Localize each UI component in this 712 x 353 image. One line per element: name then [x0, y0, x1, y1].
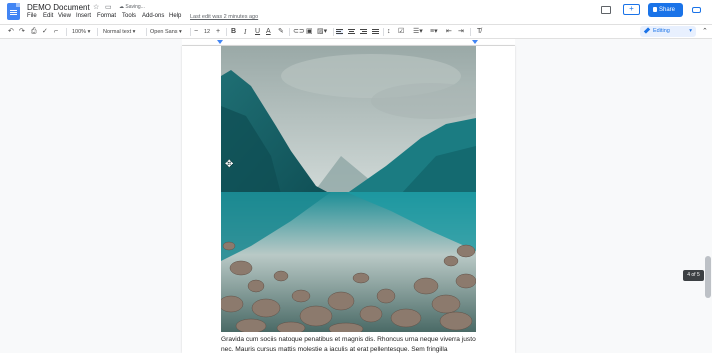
decrease-font-size-button[interactable]: − [194, 27, 198, 37]
checklist-icon[interactable]: ☑ [398, 27, 404, 37]
zoom-select[interactable]: 100% ▾ [72, 27, 90, 37]
menu-addons[interactable]: Add-ons [142, 13, 164, 19]
line-spacing-icon[interactable]: ↕ [387, 27, 391, 37]
insert-image-icon[interactable]: ▨▾ [317, 27, 327, 37]
bold-button[interactable]: B [231, 27, 236, 37]
font-size-input[interactable]: 12 [204, 27, 210, 37]
star-icon[interactable]: ☆ [93, 3, 99, 11]
align-right-icon[interactable] [360, 29, 367, 35]
text-color-button[interactable]: A [266, 27, 271, 37]
title-bar: DEMO Document ☆ ▭ ☁ Saving... File Edit … [0, 0, 712, 24]
ruler [182, 39, 515, 46]
menu-file[interactable]: File [27, 13, 37, 19]
menu-format[interactable]: Format [97, 13, 116, 19]
document-title[interactable]: DEMO Document [27, 3, 90, 12]
increase-indent-icon[interactable]: ⇥ [458, 27, 464, 37]
highlight-icon[interactable]: ✎ [278, 27, 284, 37]
align-left-icon[interactable] [336, 29, 343, 35]
present-button[interactable]: + [623, 4, 640, 15]
page-indicator-badge: 4 of 5 [683, 270, 704, 281]
align-center-icon[interactable] [348, 29, 355, 35]
comment-history-icon[interactable] [601, 6, 611, 14]
decrease-indent-icon[interactable]: ⇤ [446, 27, 452, 37]
menu-view[interactable]: View [58, 13, 71, 19]
scrollbar-track[interactable] [704, 46, 712, 353]
align-justify-icon[interactable] [372, 29, 379, 35]
add-comment-icon[interactable]: ▣ [306, 27, 313, 37]
numbered-list-icon[interactable]: ≡▾ [430, 27, 438, 37]
chevron-down-icon: ▾ [689, 28, 692, 34]
spellcheck-icon[interactable]: ✓ [42, 27, 48, 37]
clear-formatting-icon[interactable]: T̸ [477, 27, 481, 37]
paint-format-icon[interactable]: ⌐ [54, 27, 58, 37]
menu-tools[interactable]: Tools [122, 13, 136, 19]
toolbar: ↶ ↷ ⎙ ✓ ⌐ 100% ▾ Normal text ▾ Open Sans… [0, 24, 712, 39]
style-select[interactable]: Normal text ▾ [103, 27, 135, 37]
menu-edit[interactable]: Edit [43, 13, 53, 19]
editing-mode-button[interactable]: Editing ▾ [640, 26, 696, 37]
increase-font-size-button[interactable]: + [216, 27, 220, 37]
undo-icon[interactable]: ↶ [8, 27, 14, 37]
link-icon[interactable]: ⊂⊃ [293, 27, 305, 37]
collapse-toolbar-icon[interactable]: ⌃ [702, 27, 708, 35]
menu-insert[interactable]: Insert [76, 13, 91, 19]
italic-button[interactable]: I [244, 27, 246, 37]
ruler-row [0, 39, 712, 46]
saving-status: ☁ Saving... [119, 4, 145, 10]
document-body-text[interactable]: Gravida cum sociis natoque penatibus et … [221, 335, 477, 353]
redo-icon[interactable]: ↷ [19, 27, 25, 37]
lake-mountain-image[interactable] [221, 46, 476, 332]
last-edit-link[interactable]: Last edit was 2 minutes ago [190, 14, 258, 20]
menu-help[interactable]: Help [169, 13, 181, 19]
scrollbar-thumb[interactable] [705, 256, 711, 298]
account-icon[interactable] [692, 7, 701, 13]
docs-logo-icon[interactable] [7, 3, 20, 20]
print-icon[interactable]: ⎙ [31, 27, 37, 37]
folder-icon[interactable]: ▭ [105, 3, 112, 11]
pencil-icon [643, 27, 651, 34]
move-cursor-icon: ✥ [225, 159, 234, 170]
bulleted-list-icon[interactable]: ☰▾ [413, 27, 423, 37]
right-indent-marker[interactable] [472, 40, 478, 44]
present-icon: + [629, 4, 634, 13]
lock-icon [653, 7, 657, 12]
font-select[interactable]: Open Sans ▾ [150, 27, 182, 37]
share-button[interactable]: Share [648, 3, 683, 17]
underline-button[interactable]: U [255, 27, 260, 37]
left-indent-marker[interactable] [217, 40, 223, 44]
